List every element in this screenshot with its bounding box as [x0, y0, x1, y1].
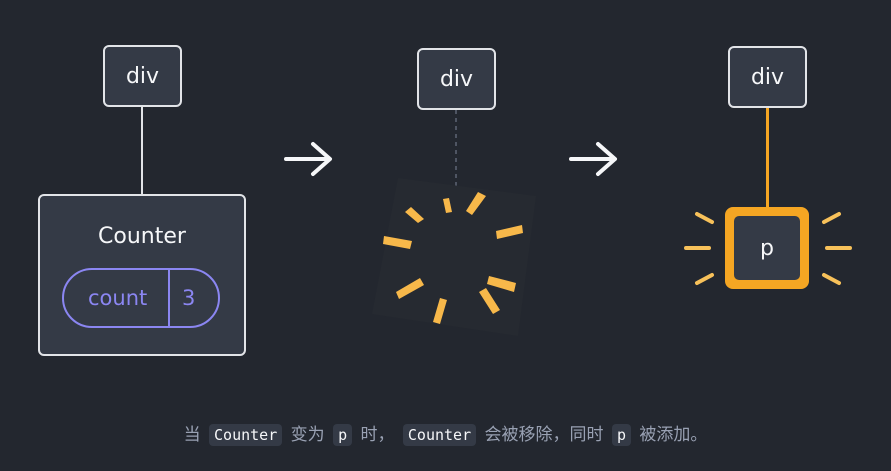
p-element-label: p: [760, 235, 774, 261]
caption-text: 被添加。: [639, 425, 708, 445]
caption-text: 变为: [290, 425, 325, 445]
inline-code: Counter: [402, 424, 477, 446]
inline-code: Counter: [209, 424, 283, 446]
inline-code: p: [611, 424, 631, 446]
caption: 当 Counter 变为 p 时， Counter 会被移除，同时 p 被添加。: [0, 420, 891, 446]
inline-code: p: [333, 424, 353, 446]
caption-text: 当: [183, 425, 201, 445]
diagram-canvas: div Counter count 3 div div p: [0, 0, 891, 400]
caption-text: 时，: [360, 425, 395, 445]
caption-text: 会被移除，同时: [484, 425, 604, 445]
p-element-node: p: [734, 216, 800, 280]
added-glow: [684, 207, 852, 289]
